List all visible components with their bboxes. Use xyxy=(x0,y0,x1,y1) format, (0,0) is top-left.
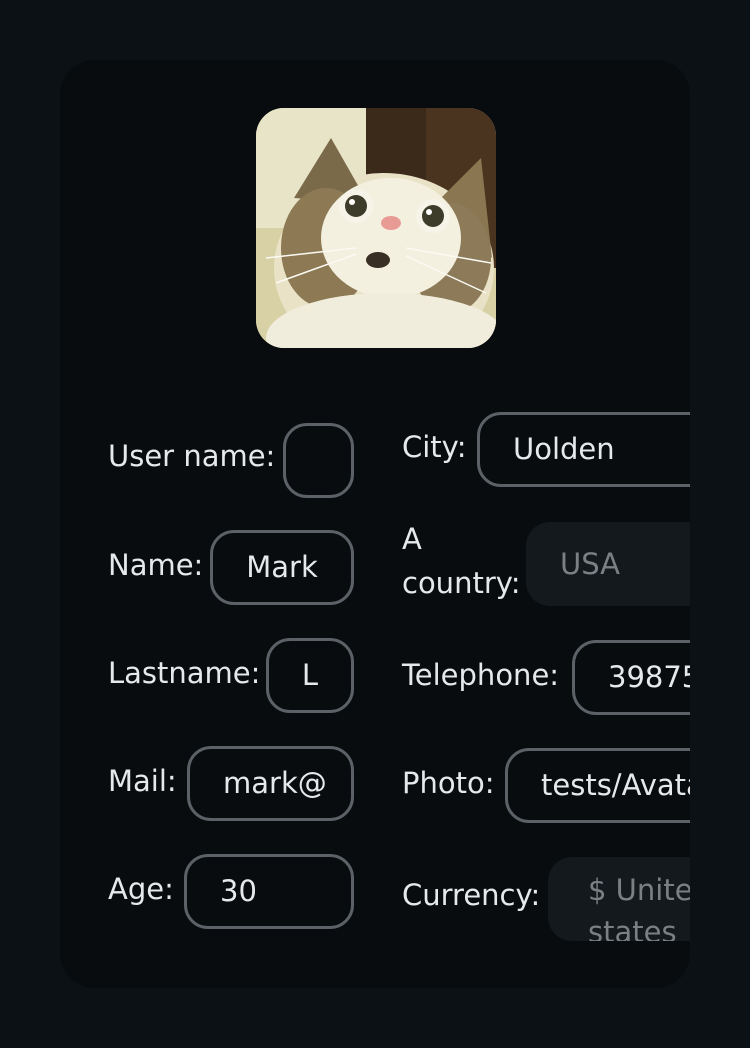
username-label: User name: xyxy=(108,439,276,473)
country-select-value: USA xyxy=(560,547,621,581)
age-input[interactable]: 30 xyxy=(184,854,354,929)
city-input[interactable]: Uolden xyxy=(477,412,690,487)
username-input[interactable] xyxy=(283,423,354,498)
currency-select-value-line2: states xyxy=(588,915,677,941)
name-input[interactable]: Mark xyxy=(210,530,354,605)
profile-card: User name: Name: Mark Lastname: L Mail: … xyxy=(60,60,690,988)
telephone-input[interactable]: 3987593 xyxy=(572,640,690,715)
telephone-label: Telephone: xyxy=(402,658,560,692)
lastname-label: Lastname: xyxy=(108,656,261,690)
photo-input[interactable]: tests/Avatar.jp xyxy=(505,748,690,823)
age-label: Age: xyxy=(108,872,174,906)
city-label: City: xyxy=(402,430,467,464)
cat-photo-icon xyxy=(256,108,496,348)
mail-label: Mail: xyxy=(108,764,177,798)
mail-input[interactable]: mark@ xyxy=(187,746,354,821)
photo-label: Photo: xyxy=(402,766,495,800)
currency-select-value-line1: $ United xyxy=(588,873,690,907)
avatar xyxy=(256,108,496,348)
currency-select[interactable]: $ United states xyxy=(548,857,690,941)
name-label: Name: xyxy=(108,548,204,582)
lastname-input[interactable]: L xyxy=(266,638,354,713)
country-label-line2: country: xyxy=(402,566,521,600)
country-label-line1: A xyxy=(402,522,422,556)
country-select[interactable]: USA xyxy=(526,522,690,606)
currency-label: Currency: xyxy=(402,878,541,912)
